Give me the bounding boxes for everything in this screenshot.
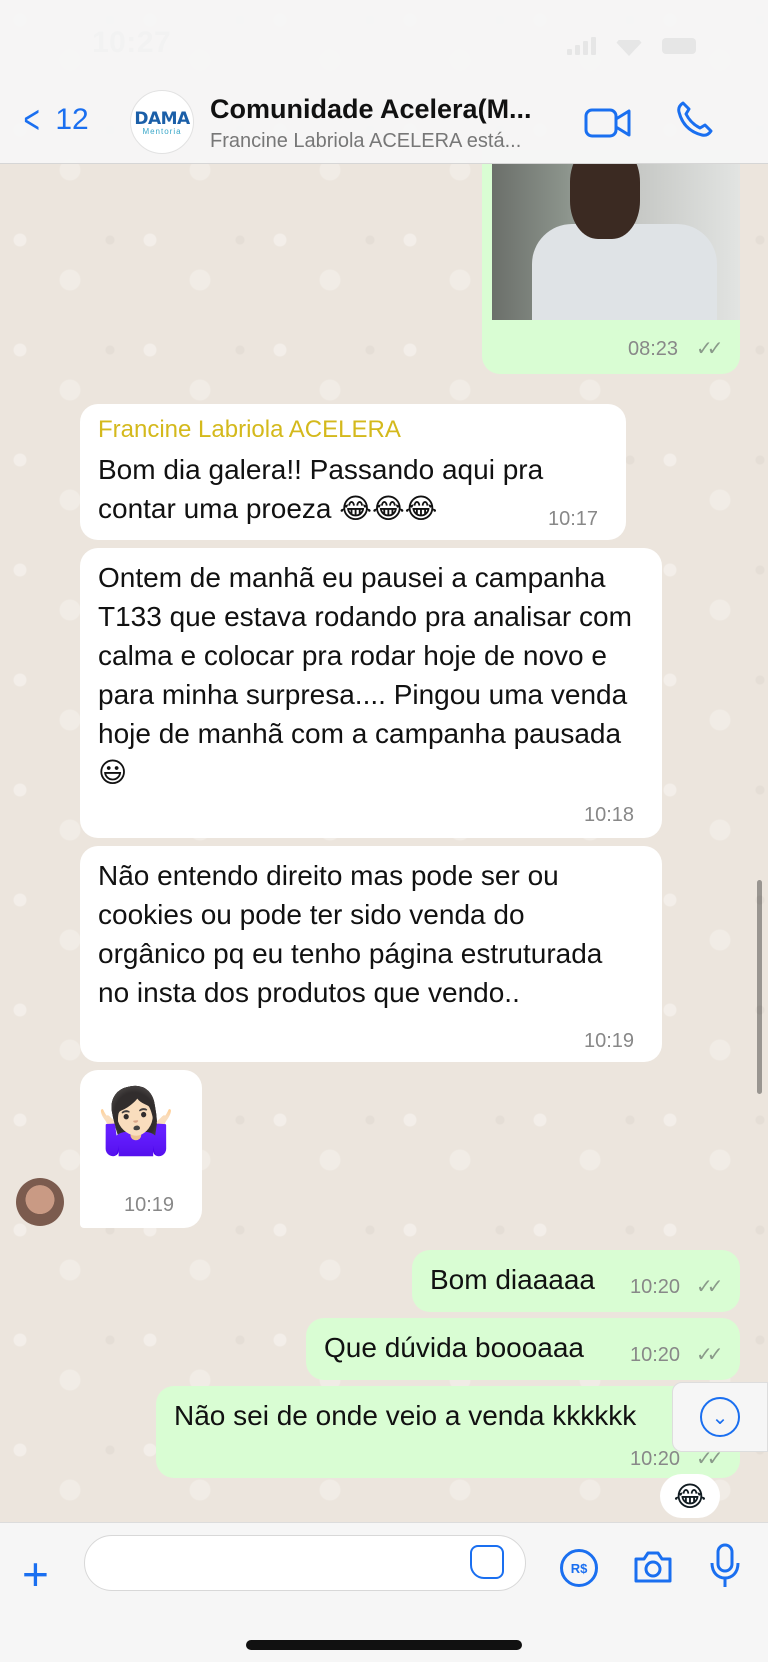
message-time: 10:20 <box>630 1344 681 1366</box>
sender-name[interactable]: Francine Labriola ACELERA <box>98 416 401 444</box>
message-text: Ontem de manhã eu pausei a campanha T133… <box>98 562 632 788</box>
chat-title[interactable]: Comunidade Acelera(M... <box>210 94 560 125</box>
chevron-down-icon: ⌄ <box>700 1397 740 1437</box>
chat-header: 10:27 < 12 DAMA Mentoria Comunidade Acel… <box>0 0 768 164</box>
status-icons <box>567 36 696 56</box>
outgoing-message[interactable]: Bom diaaaaa 10:20 ✓✓ <box>412 1250 740 1312</box>
attach-plus-icon[interactable]: + <box>22 1551 49 1597</box>
incoming-message[interactable]: Francine Labriola ACELERA Bom dia galera… <box>80 404 626 540</box>
message-text: Não entendo direito mas pode ser ou cook… <box>98 860 603 1008</box>
message-time: 10:18 <box>584 804 635 826</box>
message-text: Que dúvida boooaaa <box>324 1332 584 1363</box>
phone-call-icon[interactable] <box>674 100 714 140</box>
message-time: 10:20 <box>630 1276 681 1298</box>
message-time: 10:17 <box>548 508 599 530</box>
sender-avatar[interactable] <box>16 1178 64 1226</box>
read-ticks-icon: ✓✓ <box>696 338 723 360</box>
message-time: 10:19 <box>584 1030 635 1052</box>
status-time: 10:27 <box>92 26 172 59</box>
chevron-left-icon: < <box>23 98 40 142</box>
scroll-to-bottom-button[interactable]: ⌄ <box>672 1382 768 1452</box>
shared-photo[interactable] <box>492 164 740 320</box>
group-avatar[interactable]: DAMA Mentoria <box>130 90 194 154</box>
camera-icon[interactable] <box>632 1547 674 1587</box>
message-text: Bom diaaaaa <box>430 1264 596 1295</box>
message-time: 08:23 <box>628 338 679 360</box>
incoming-message[interactable]: Ontem de manhã eu pausei a campanha T133… <box>80 548 662 838</box>
back-button[interactable]: < 12 <box>20 100 89 140</box>
message-reaction[interactable]: 😂 <box>660 1474 720 1518</box>
chat-subtitle: Francine Labriola ACELERA está... <box>210 130 522 152</box>
read-ticks-icon: ✓✓ <box>696 1344 723 1366</box>
video-call-icon[interactable] <box>584 106 632 140</box>
incoming-emoji-message[interactable]: 🤷🏻‍♀️ 10:19 <box>80 1070 202 1228</box>
payment-icon[interactable]: R$ <box>560 1549 598 1587</box>
message-text: Bom dia galera!! Passando aqui pra conta… <box>98 454 544 524</box>
message-time: 10:20 <box>630 1448 681 1470</box>
message-text: Não sei de onde veio a venda kkkkkk <box>174 1400 637 1431</box>
read-ticks-icon: ✓✓ <box>696 1276 723 1298</box>
image-time-bubble: 08:23 ✓✓ <box>612 326 740 372</box>
message-time: 10:19 <box>124 1194 175 1216</box>
microphone-icon[interactable] <box>708 1543 742 1589</box>
home-indicator[interactable] <box>246 1640 522 1650</box>
message-input[interactable] <box>84 1535 526 1591</box>
unread-count: 12 <box>55 103 89 136</box>
sticker-icon[interactable] <box>470 1545 504 1579</box>
shrug-emoji: 🤷🏻‍♀️ <box>96 1085 176 1157</box>
scrollbar[interactable] <box>757 880 762 1094</box>
signal-icon <box>567 37 596 55</box>
group-logo-text: DAMA <box>134 108 190 129</box>
group-logo-subtext: Mentoria <box>142 126 182 136</box>
outgoing-message[interactable]: Que dúvida boooaaa 10:20 ✓✓ <box>306 1318 740 1380</box>
incoming-message[interactable]: Não entendo direito mas pode ser ou cook… <box>80 846 662 1062</box>
wifi-icon <box>614 40 644 56</box>
outgoing-message[interactable]: Não sei de onde veio a venda kkkkkk 10:2… <box>156 1386 740 1478</box>
battery-icon <box>662 38 696 54</box>
